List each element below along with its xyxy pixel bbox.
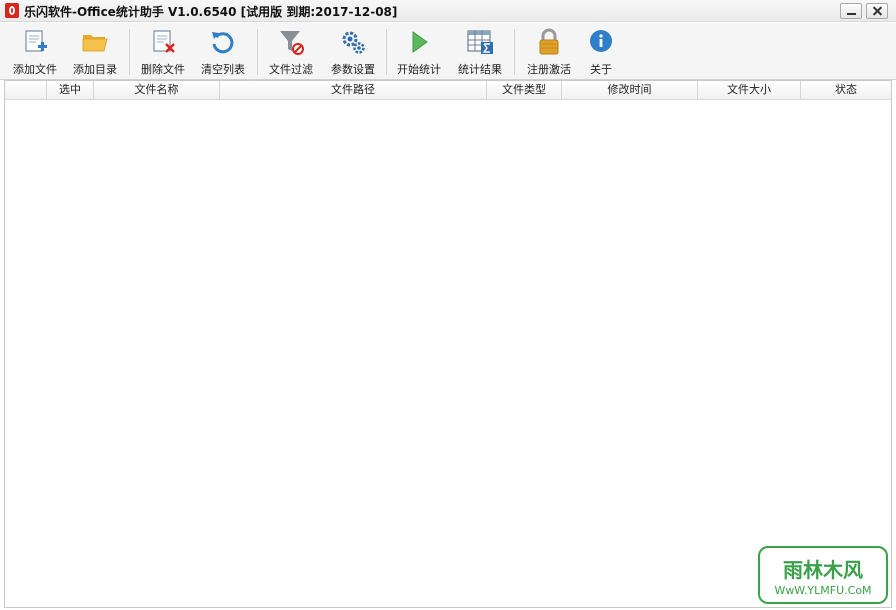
clear-list-label: 清空列表: [201, 63, 245, 76]
toolbar-separator: [129, 29, 130, 75]
parameter-settings-button[interactable]: 参数设置: [323, 23, 383, 80]
toolbar: 添加文件 添加目录 删除文件 清空列表 文件过滤 参数设置 开始统计 统计结果 …: [0, 23, 896, 80]
title-bar: 乐闪软件-Office统计助手 V1.0.6540 [试用版 到期:2017-1…: [0, 0, 896, 22]
delete-file-label: 删除文件: [141, 63, 185, 76]
table-header: 选中 文件名称 文件路径 文件类型 修改时间 文件大小 状态: [5, 81, 891, 100]
gear-icon: [342, 31, 365, 54]
column-header-selected[interactable]: 选中: [47, 81, 94, 100]
add-file-icon: [25, 30, 47, 52]
column-header-status[interactable]: 状态: [801, 81, 891, 100]
add-directory-button[interactable]: 添加目录: [66, 23, 124, 80]
file-filter-button[interactable]: 文件过滤: [262, 23, 320, 80]
file-filter-label: 文件过滤: [269, 63, 313, 76]
register-activate-label: 注册激活: [527, 63, 571, 76]
column-header-file-type[interactable]: 文件类型: [487, 81, 562, 100]
register-activate-button[interactable]: 注册激活: [519, 23, 579, 80]
parameter-settings-label: 参数设置: [331, 63, 375, 76]
watermark-url: WwW.YLMFU.CoM: [774, 584, 872, 597]
column-header-file-path[interactable]: 文件路径: [220, 81, 487, 100]
about-label: 关于: [590, 63, 612, 76]
column-header-file-name[interactable]: 文件名称: [94, 81, 220, 100]
folder-open-icon: [82, 35, 108, 52]
filter-icon: [280, 31, 304, 55]
add-file-button[interactable]: 添加文件: [6, 23, 64, 80]
start-statistics-label: 开始统计: [397, 63, 441, 76]
app-logo-icon: [5, 3, 19, 18]
watermark-title: 雨林木风: [783, 558, 863, 582]
add-directory-label: 添加目录: [73, 63, 117, 76]
play-icon: [412, 31, 428, 53]
delete-file-icon: [153, 30, 175, 53]
add-file-label: 添加文件: [13, 63, 57, 76]
table-sum-icon: [467, 30, 493, 54]
column-header-modified-time[interactable]: 修改时间: [562, 81, 698, 100]
toolbar-separator: [514, 29, 515, 75]
toolbar-separator: [257, 29, 258, 75]
minimize-button[interactable]: [840, 3, 862, 19]
column-header-index[interactable]: [5, 81, 47, 100]
start-statistics-button[interactable]: 开始统计: [390, 23, 448, 80]
statistics-result-label: 统计结果: [458, 63, 502, 76]
clear-list-button[interactable]: 清空列表: [194, 23, 252, 80]
toolbar-separator: [386, 29, 387, 75]
about-button[interactable]: 关于: [581, 23, 621, 80]
statistics-result-button[interactable]: 统计结果: [451, 23, 509, 80]
refresh-icon: [212, 32, 234, 54]
close-button[interactable]: [866, 3, 888, 19]
watermark-logo: 雨林木风 WwW.YLMFU.CoM: [758, 546, 888, 604]
lock-icon: [539, 28, 559, 55]
window-title: 乐闪软件-Office统计助手 V1.0.6540 [试用版 到期:2017-1…: [24, 5, 398, 19]
column-header-file-size[interactable]: 文件大小: [698, 81, 801, 100]
file-list-table[interactable]: 选中 文件名称 文件路径 文件类型 修改时间 文件大小 状态: [4, 80, 892, 608]
delete-file-button[interactable]: 删除文件: [134, 23, 192, 80]
info-icon: [590, 30, 612, 52]
